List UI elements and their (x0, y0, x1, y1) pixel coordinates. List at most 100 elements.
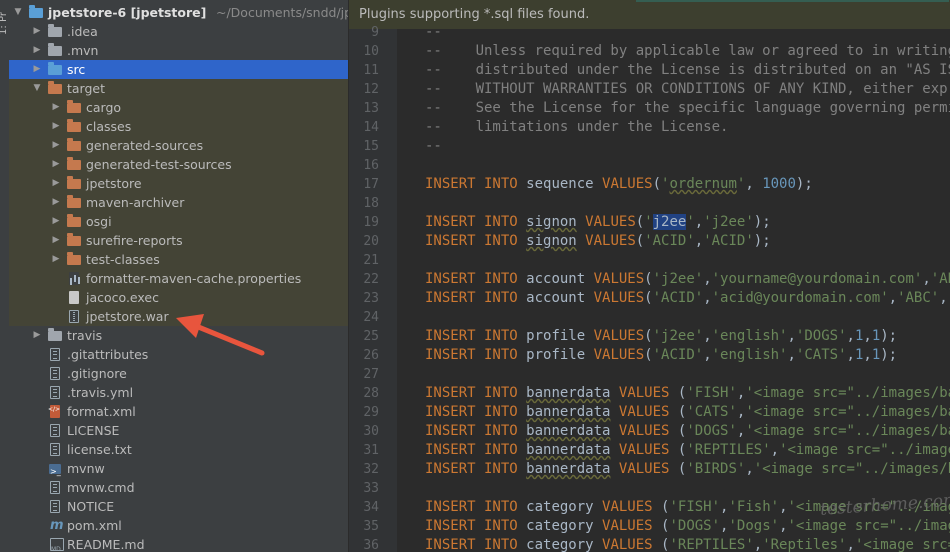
expand-arrow-icon[interactable]: ▶ (51, 136, 61, 155)
code-line[interactable]: 26 INSERT INTO profile VALUES('ACID','eng… (349, 346, 950, 365)
code-line[interactable]: 24 (349, 308, 950, 327)
code-line[interactable]: 30 INSERT INTO bannerdata VALUES ('DOGS',… (349, 422, 950, 441)
code-line[interactable]: 32 INSERT INTO bannerdata VALUES ('BIRDS'… (349, 460, 950, 479)
code-line[interactable]: 35 INSERT INTO category VALUES ('DOGS','D… (349, 517, 950, 536)
code-text: INSERT INTO bannerdata VALUES ('CATS','<… (425, 403, 950, 422)
tree-file[interactable]: mvnw.cmd (9, 478, 348, 497)
code-line[interactable]: 11 -- distributed under the License is di… (349, 61, 950, 80)
tree-file[interactable]: .gitattributes (9, 345, 348, 364)
tree-folder[interactable]: ▶ jpetstore (9, 174, 348, 193)
code-line[interactable]: 12 -- WITHOUT WARRANTIES OR CONDITIONS OF… (349, 80, 950, 99)
expand-arrow-icon[interactable]: ▶ (51, 117, 61, 136)
code-line[interactable]: 17 INSERT INTO sequence VALUES('ordernum'… (349, 175, 950, 194)
tree-folder[interactable]: ▶ generated-test-sources (9, 155, 348, 174)
expand-arrow-icon[interactable]: ▶ (32, 41, 42, 60)
code-token: VALUES (593, 271, 645, 287)
line-number: 17 (363, 177, 379, 192)
line-number: 20 (363, 234, 379, 249)
code-line[interactable]: 18 (349, 194, 950, 213)
code-line[interactable]: 19 INSERT INTO signon VALUES('j2ee','j2ee… (349, 213, 950, 232)
code-line[interactable]: 15 -- (349, 137, 950, 156)
tree-folder[interactable]: ▼ target (9, 79, 348, 98)
expand-arrow-icon[interactable]: ▶ (51, 155, 61, 174)
tree-folder[interactable]: ▶ src (9, 60, 348, 79)
tree-item-label: jpetstore.war (86, 309, 169, 324)
file-war-icon (69, 310, 79, 323)
code-line[interactable]: 14 -- limitations under the License. (349, 118, 950, 137)
folder-blue-icon (29, 5, 43, 18)
tree-file[interactable]: mvnw (9, 459, 348, 481)
expand-arrow-icon[interactable]: ▶ (32, 22, 42, 41)
expand-arrow-icon[interactable]: ▶ (51, 98, 61, 117)
sql-editor[interactable]: Plugins supporting *.sql files found. 9-… (349, 0, 950, 552)
tree-folder[interactable]: ▶ maven-archiver (9, 193, 348, 212)
line-number: 21 (363, 253, 379, 268)
tree-file[interactable]: license.txt (9, 440, 348, 459)
code-text: -- distributed under the License is dist… (425, 61, 950, 80)
line-number: 26 (363, 348, 379, 363)
code-line[interactable]: 16 (349, 156, 950, 175)
code-line[interactable]: 29 INSERT INTO bannerdata VALUES ('CATS',… (349, 403, 950, 422)
project-tool-window-tab[interactable]: 1: Pr (0, 12, 9, 35)
tree-file[interactable]: formatter-maven-cache.properties (9, 269, 348, 288)
expand-arrow-icon[interactable]: ▶ (51, 212, 61, 231)
code-text: INSERT INTO bannerdata VALUES ('DOGS','<… (425, 422, 950, 441)
code-line[interactable]: 21 (349, 251, 950, 270)
tree-folder[interactable]: ▶ test-classes (9, 250, 348, 269)
tree-file[interactable]: pom.xml (9, 516, 348, 535)
file-props-icon (69, 272, 79, 285)
tree-folder[interactable]: ▶ .mvn (9, 41, 348, 60)
code-line[interactable]: 22 INSERT INTO account VALUES('j2ee','you… (349, 270, 950, 289)
code-token: INSERT INTO (425, 423, 527, 439)
code-line[interactable]: 10 -- Unless required by applicable law o… (349, 42, 950, 61)
code-line[interactable]: 27 (349, 365, 950, 384)
tree-folder[interactable]: ▶ classes (9, 117, 348, 136)
tree-item-label: jpetstore (86, 176, 142, 191)
code-token: VALUES (618, 423, 678, 439)
tree-folder[interactable]: ▶ generated-sources (9, 136, 348, 155)
code-line[interactable]: 33 (349, 479, 950, 498)
tree-file[interactable]: README.md (9, 535, 348, 552)
file-xml-icon (48, 400, 60, 419)
expand-arrow-icon[interactable]: ▶ (32, 60, 42, 79)
expand-arrow-icon[interactable]: ▶ (51, 250, 61, 269)
code-line[interactable]: 23 INSERT INTO account VALUES('ACID','aci… (349, 289, 950, 308)
tree-folder[interactable]: ▼ jpetstore-6 [jpetstore] ~/Documents/sndd… (9, 3, 348, 22)
code-line[interactable]: 20 INSERT INTO signon VALUES('ACID','ACID… (349, 232, 950, 251)
folder-orange-icon (67, 157, 81, 170)
expand-arrow-icon[interactable]: ▶ (51, 193, 61, 212)
tree-folder[interactable]: ▶ surefire-reports (9, 231, 348, 250)
tree-file[interactable]: jpetstore.war (9, 307, 348, 326)
code-token: '<image src="../images/banne (745, 404, 950, 420)
project-tree-panel[interactable]: ▼ jpetstore-6 [jpetstore] ~/Documents/sndd… (9, 0, 348, 552)
code-line[interactable]: 13 -- See the License for the specific la… (349, 99, 950, 118)
file-bars-icon (50, 348, 60, 361)
code-line[interactable]: 28 INSERT INTO bannerdata VALUES ('FISH',… (349, 384, 950, 403)
code-line[interactable]: 31 INSERT INTO bannerdata VALUES ('REPTIL… (349, 441, 950, 460)
tree-item-label: mvnw.cmd (67, 480, 135, 495)
expand-arrow-icon[interactable]: ▶ (51, 231, 61, 250)
code-token: ); (753, 233, 771, 249)
code-line[interactable]: 9 -- (349, 23, 950, 42)
tree-item-label: jpetstore-6 [jpetstore] (48, 5, 207, 20)
tree-file[interactable]: NOTICE (9, 497, 348, 516)
line-number: 29 (363, 405, 379, 420)
code-line[interactable]: 25 INSERT INTO profile VALUES('j2ee','eng… (349, 327, 950, 346)
code-token: , (779, 499, 788, 515)
tree-folder[interactable]: ▶ osgi (9, 212, 348, 231)
code-line[interactable]: 36 INSERT INTO category VALUES ('REPTILES… (349, 536, 950, 552)
tree-folder[interactable]: ▶ cargo (9, 98, 348, 117)
tree-folder[interactable]: ▶ .idea (9, 22, 348, 41)
tree-file[interactable]: LICENSE (9, 421, 348, 440)
tree-file[interactable]: .gitignore (9, 364, 348, 383)
tree-item-label: osgi (86, 214, 112, 229)
tree-file[interactable]: format.xml (9, 400, 348, 421)
tree-folder[interactable]: ▶ travis (9, 326, 348, 345)
expand-arrow-icon[interactable]: ▶ (51, 174, 61, 193)
code-token: 'CATS' (686, 404, 737, 420)
tree-file[interactable]: jacoco.exec (9, 288, 348, 307)
collapse-arrow-icon[interactable]: ▼ (13, 3, 23, 22)
expand-arrow-icon[interactable]: ▶ (32, 326, 42, 345)
collapse-arrow-icon[interactable]: ▼ (32, 79, 42, 98)
